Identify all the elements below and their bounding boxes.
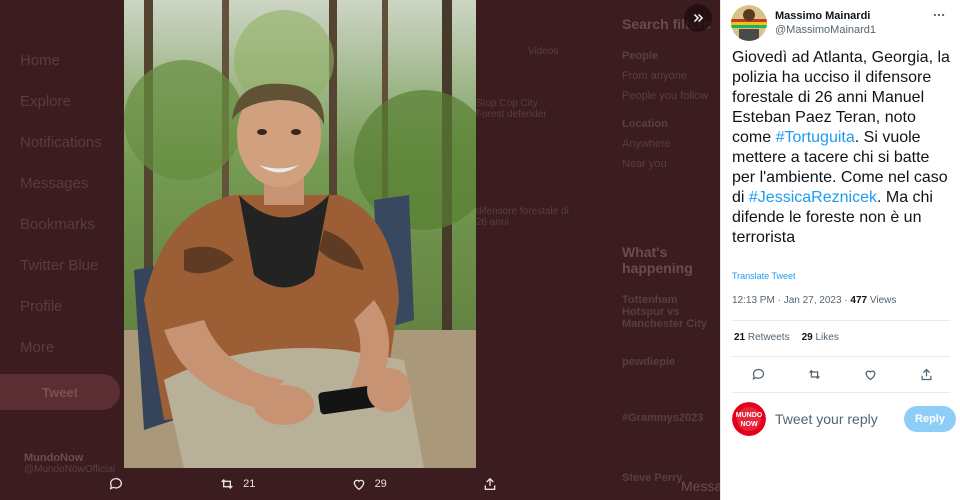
share-button[interactable]: [917, 365, 935, 383]
reply-input[interactable]: Tweet your reply: [775, 411, 904, 427]
tweet-text: Giovedì ad Atlanta, Georgia, la polizia …: [732, 48, 954, 248]
author-name[interactable]: Massimo Mainardi: [775, 9, 876, 23]
bg-timeline: Videos Stop Cop City Forest defender dif…: [476, 0, 720, 500]
more-options-button[interactable]: [929, 6, 949, 24]
bg-right-column: Search filters People From anyone People…: [608, 0, 720, 500]
retweets-stat[interactable]: 21 Retweets: [734, 332, 790, 343]
tweet-photo[interactable]: [124, 0, 476, 468]
divider: [732, 392, 950, 393]
retweet-icon: [808, 369, 820, 379]
bg-near-you: Near you: [622, 158, 667, 170]
svg-text:NOW: NOW: [740, 421, 758, 428]
views-count: 477: [850, 295, 868, 306]
tweet-actions: [749, 365, 935, 383]
bg-nav-explore: Explore: [20, 93, 71, 110]
media-like-button[interactable]: 29: [351, 476, 387, 492]
bg-trend-2: pewdiepie: [622, 356, 676, 368]
chevron-double-right-icon: [693, 13, 704, 23]
share-icon: [484, 477, 496, 490]
bg-location: Location: [622, 118, 668, 130]
bg-mid-text-1: Stop Cop City Forest defender: [476, 98, 547, 120]
bg-mid-text-2: difensore forestale di 26 anni: [476, 206, 569, 228]
current-user-avatar[interactable]: MUNDO NOW: [732, 402, 766, 436]
bg-nav-home: Home: [20, 52, 61, 69]
reply-icon: [752, 368, 764, 380]
bg-videos-tab: Videos: [528, 46, 559, 57]
like-button[interactable]: [861, 365, 879, 383]
hashtag-tortuguita[interactable]: #Tortuguita: [776, 129, 855, 146]
media-share-button[interactable]: [482, 476, 498, 492]
bg-people: People: [622, 50, 659, 62]
bg-trend-3: #Grammys2023: [622, 412, 704, 424]
author-avatar-image: [731, 5, 767, 41]
tweet-author[interactable]: Massimo Mainardi @MassimoMainard1: [731, 5, 876, 41]
photo-illustration: [124, 0, 476, 468]
collapse-panel-button[interactable]: [684, 4, 712, 32]
tweet-stats: 21 Retweets 29 Likes: [734, 332, 839, 343]
bg-trend-4: Steve Perry: [622, 472, 683, 484]
bg-nav-bookmarks: Bookmarks: [20, 216, 96, 233]
divider: [732, 320, 950, 321]
bg-tweet-button: Tweet: [0, 374, 120, 410]
hashtag-jessicareznicek[interactable]: #JessicaReznicek: [749, 189, 877, 206]
author-avatar[interactable]: [731, 5, 767, 41]
svg-text:MUNDO: MUNDO: [736, 412, 763, 419]
bg-anywhere: Anywhere: [622, 138, 671, 150]
share-icon: [921, 368, 931, 380]
bg-whats-happening: What's happening: [622, 244, 693, 276]
bg-nav-twitter-blue: Twitter Blue: [20, 257, 99, 274]
bg-from-anyone: From anyone: [622, 70, 687, 82]
media-retweet-count: 21: [243, 478, 256, 490]
views-label: Views: [867, 295, 897, 306]
reply-button[interactable]: [749, 365, 767, 383]
reply-icon: [109, 478, 122, 490]
media-reply-button[interactable]: [108, 476, 124, 492]
media-retweet-button[interactable]: 21: [219, 476, 255, 492]
tweet-meta: 12:13 PM · Jan 27, 2023 · 477 Views: [732, 295, 896, 306]
bg-nav-messages: Messages: [20, 175, 89, 192]
translate-tweet-link[interactable]: Translate Tweet: [732, 271, 796, 281]
media-action-bar: 21 29: [96, 468, 506, 500]
heart-icon: [864, 370, 876, 380]
bg-nav-notifications: Notifications: [20, 134, 102, 151]
divider: [732, 356, 950, 357]
retweets-count: 21: [734, 332, 746, 343]
bg-nav-more: More: [20, 339, 55, 356]
reply-composer: MUNDO NOW Tweet your reply Reply: [732, 402, 956, 436]
likes-count: 29: [801, 332, 813, 343]
tweet-detail-panel: Massimo Mainardi @MassimoMainard1 Gioved…: [720, 0, 960, 500]
reply-submit-button[interactable]: Reply: [904, 406, 956, 432]
tweet-timestamp[interactable]: 12:13 PM · Jan 27, 2023 ·: [732, 295, 850, 306]
likes-label: Likes: [812, 332, 839, 343]
mundonow-logo-icon: MUNDO NOW: [732, 402, 766, 436]
likes-stat[interactable]: 29 Likes: [802, 332, 839, 343]
background-nav: Home Explore Notifications Messages Book…: [0, 40, 125, 368]
bg-trend-1: Tottenham Hotspur vs Manchester City: [622, 294, 707, 330]
author-handle[interactable]: @MassimoMainard1: [775, 23, 876, 37]
bg-people-follow: People you follow: [622, 90, 709, 102]
media-like-count: 29: [374, 478, 387, 490]
more-horizontal-icon: [933, 13, 945, 17]
retweet-icon: [221, 479, 233, 489]
bg-nav-profile: Profile: [20, 298, 63, 315]
retweets-label: Retweets: [745, 332, 790, 343]
bg-account-name: MundoNow: [24, 452, 84, 464]
retweet-button[interactable]: [805, 365, 823, 383]
heart-icon: [353, 479, 364, 491]
